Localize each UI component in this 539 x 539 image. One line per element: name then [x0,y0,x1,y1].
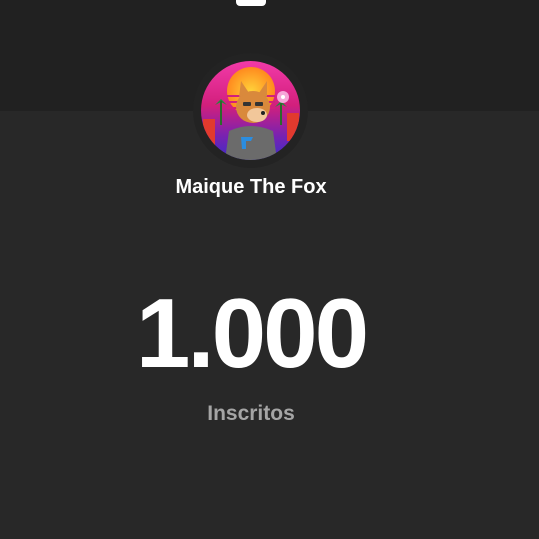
subscriber-counter-page: Maique The Fox 1.000 Inscritos [0,0,539,539]
youtube-logo-icon [236,0,266,6]
subscriber-label: Inscritos [207,402,295,425]
fox-avatar-icon [201,61,300,160]
channel-name: Maique The Fox [175,176,327,198]
subscriber-count: 1.000 [135,278,369,388]
